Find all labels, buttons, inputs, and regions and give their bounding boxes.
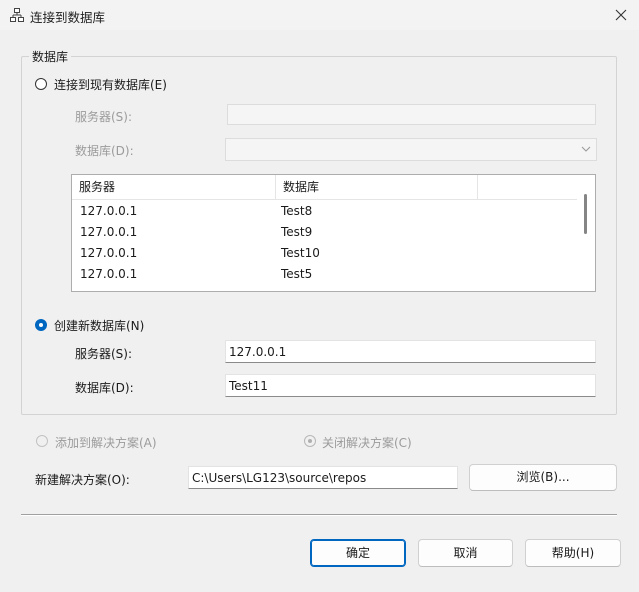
- cell-database: Test5: [281, 267, 313, 281]
- create-database-input[interactable]: Test11: [225, 374, 596, 397]
- new-solution-label: 新建解决方案(O):: [35, 473, 130, 487]
- scrollbar-thumb[interactable]: [584, 194, 587, 234]
- cell-database: Test8: [281, 204, 313, 218]
- column-header-database[interactable]: 数据库: [276, 175, 478, 199]
- table-row[interactable]: 127.0.0.1 Test10: [72, 243, 578, 264]
- cell-server: 127.0.0.1: [80, 267, 138, 281]
- ok-button[interactable]: 确定: [310, 539, 406, 567]
- column-header-server[interactable]: 服务器: [72, 175, 276, 199]
- create-database-label: 数据库(D):: [75, 381, 134, 395]
- existing-db-label[interactable]: 连接到现有数据库(E): [54, 76, 167, 93]
- close-solution-radio[interactable]: [304, 435, 316, 447]
- cell-database: Test9: [281, 225, 313, 239]
- groupbox-title: 数据库: [29, 48, 72, 65]
- existing-server-label: 服务器(S):: [75, 110, 133, 124]
- cancel-button[interactable]: 取消: [418, 539, 513, 567]
- existing-server-input[interactable]: [227, 104, 596, 125]
- column-header-empty[interactable]: [478, 175, 578, 199]
- existing-db-radio[interactable]: [35, 78, 47, 90]
- cell-server: 127.0.0.1: [80, 204, 138, 218]
- create-server-label: 服务器(S):: [75, 347, 133, 361]
- create-db-radio[interactable]: [35, 319, 47, 331]
- database-list[interactable]: 服务器 数据库 127.0.0.1 Test8 127.0.0.1 Test9 …: [71, 174, 596, 292]
- table-row[interactable]: 127.0.0.1 Test8: [72, 201, 578, 222]
- add-to-solution-label[interactable]: 添加到解决方案(A): [55, 434, 157, 451]
- chevron-down-icon: [581, 146, 591, 152]
- browse-button[interactable]: 浏览(B)...: [469, 464, 617, 491]
- separator: [21, 514, 617, 516]
- close-solution-label[interactable]: 关闭解决方案(C): [322, 434, 412, 451]
- database-connection-icon: [10, 8, 24, 22]
- cell-server: 127.0.0.1: [80, 246, 138, 260]
- new-solution-path-input[interactable]: C:\Users\LG123\source\repos: [188, 466, 458, 489]
- window-title: 连接到数据库: [30, 10, 106, 25]
- create-db-label[interactable]: 创建新数据库(N): [54, 317, 144, 334]
- close-icon: [615, 9, 627, 21]
- cell-server: 127.0.0.1: [80, 225, 138, 239]
- table-row[interactable]: 127.0.0.1 Test5: [72, 264, 578, 285]
- add-to-solution-radio[interactable]: [36, 435, 48, 447]
- help-button[interactable]: 帮助(H): [525, 539, 621, 567]
- close-button[interactable]: [606, 2, 636, 28]
- existing-database-select[interactable]: [225, 138, 597, 161]
- list-header: 服务器 数据库: [72, 175, 578, 200]
- table-row[interactable]: 127.0.0.1 Test9: [72, 222, 578, 243]
- existing-database-label: 数据库(D):: [75, 144, 134, 158]
- list-scrollbar[interactable]: [577, 175, 595, 291]
- cell-database: Test10: [281, 246, 320, 260]
- create-server-input[interactable]: 127.0.0.1: [225, 340, 596, 363]
